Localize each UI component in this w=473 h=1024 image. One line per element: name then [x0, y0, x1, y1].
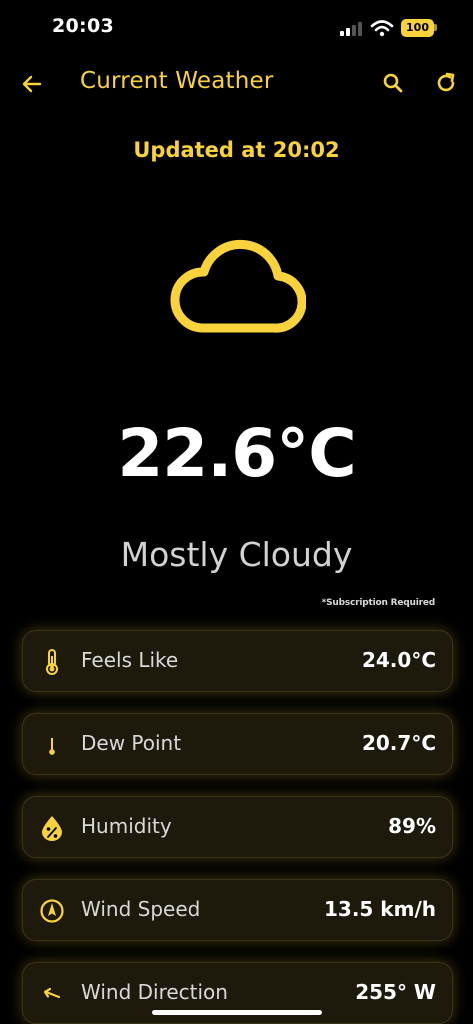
back-arrow-icon[interactable] [18, 70, 46, 98]
detail-value: 255° W [355, 980, 436, 1004]
detail-label: Wind Speed [81, 897, 201, 921]
detail-value: 13.5 km/h [324, 897, 436, 921]
wind-direction-arrow-icon [43, 987, 61, 999]
detail-value: 20.7°C [361, 731, 436, 755]
refresh-icon[interactable] [434, 71, 458, 95]
cloud-icon [170, 239, 306, 333]
status-time: 20:03 [52, 15, 114, 37]
compass-icon [40, 899, 64, 923]
detail-label: Dew Point [81, 731, 182, 755]
detail-card-wind-speed[interactable]: Wind Speed 13.5 km/h [22, 879, 453, 941]
detail-label: Humidity [81, 814, 172, 838]
current-temperature: 22.6°C [117, 415, 356, 492]
search-icon[interactable] [381, 71, 405, 95]
detail-value: 89% [388, 814, 436, 838]
home-indicator[interactable] [152, 1010, 322, 1015]
wifi-icon [370, 20, 394, 37]
detail-label: Feels Like [81, 648, 179, 672]
battery-indicator: 100 [401, 19, 434, 37]
subscription-note[interactable]: *Subscription Required [322, 598, 436, 608]
humidity-icon [42, 816, 62, 841]
detail-card-feels-like[interactable]: Feels Like 24.0°C [22, 630, 453, 692]
detail-value: 24.0°C [361, 648, 436, 672]
weather-condition: Mostly Cloudy [120, 535, 353, 574]
detail-label: Wind Direction [81, 980, 228, 1004]
detail-card-humidity[interactable]: Humidity 89% [22, 796, 453, 858]
page-title: Current Weather [80, 68, 274, 94]
battery-nub [434, 24, 437, 31]
detail-card-dew-point[interactable]: Dew Point 20.7°C [22, 713, 453, 775]
thermometer-icon [46, 649, 58, 675]
signal-icon [340, 22, 362, 36]
weather-screen: 20:03 100 Current Weather Updated at 20:… [0, 0, 473, 1024]
updated-timestamp: Updated at 20:02 [133, 138, 340, 162]
dew-point-icon [49, 738, 55, 755]
